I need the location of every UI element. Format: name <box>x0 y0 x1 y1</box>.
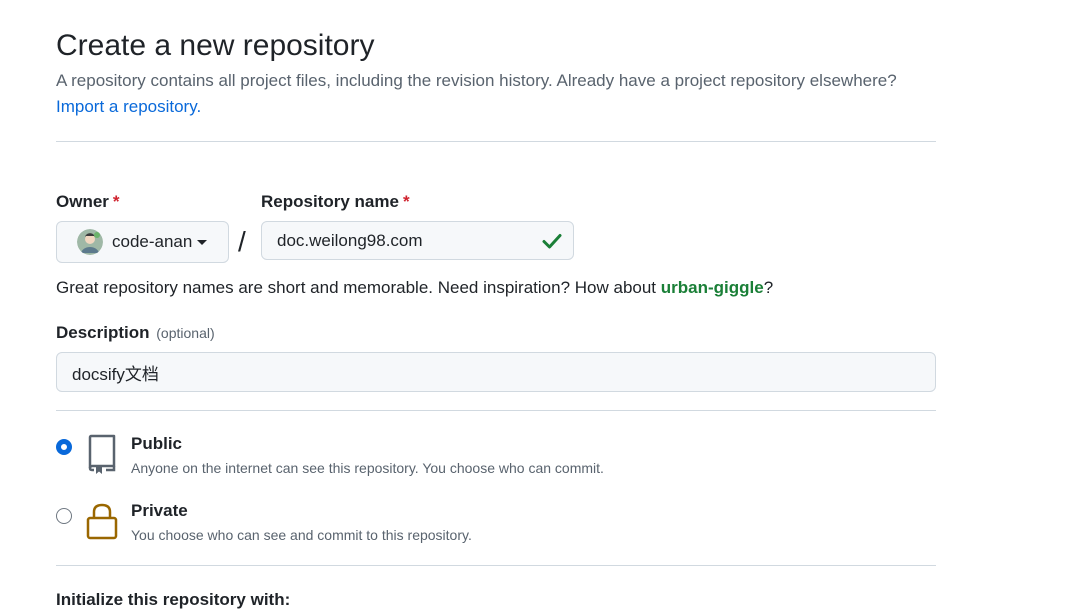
visibility-option-private[interactable]: Private You choose who can see and commi… <box>56 500 936 550</box>
description-label: Description (optional) <box>56 322 215 344</box>
check-icon <box>542 233 562 248</box>
description-value[interactable]: docsify文档 <box>72 360 159 385</box>
import-repository-link[interactable]: Import a repository. <box>56 96 201 118</box>
slash-separator: / <box>238 226 246 257</box>
lock-icon <box>86 503 118 540</box>
page-subtitle: A repository contains all project files,… <box>56 71 897 90</box>
private-title: Private <box>131 501 188 520</box>
name-suggestion-link[interactable]: urban-giggle <box>661 278 764 297</box>
divider <box>56 141 936 142</box>
owner-name: code-anan <box>112 232 193 251</box>
page-title: Create a new repository <box>56 29 375 62</box>
divider <box>56 565 936 566</box>
name-hint: Great repository names are short and mem… <box>56 277 773 299</box>
description-input[interactable]: docsify文档 <box>56 352 936 392</box>
public-radio[interactable] <box>57 440 71 454</box>
owner-label-text: Owner <box>56 192 109 211</box>
chevron-down-icon <box>197 239 208 245</box>
description-optional-text: (optional) <box>156 325 215 341</box>
repo-name-value[interactable]: doc.weilong98.com <box>277 231 541 251</box>
description-label-text: Description <box>56 323 150 342</box>
avatar <box>77 229 103 255</box>
name-hint-text: Great repository names are short and mem… <box>56 278 661 297</box>
owner-required-mark: * <box>112 192 120 211</box>
public-description: Anyone on the internet can see this repo… <box>131 460 604 476</box>
private-radio[interactable] <box>56 508 72 524</box>
divider <box>56 410 936 411</box>
initialize-label: Initialize this repository with: <box>56 590 291 609</box>
repo-name-required-mark: * <box>402 192 410 211</box>
repo-name-label-text: Repository name <box>261 192 399 211</box>
visibility-option-public[interactable]: Public Anyone on the internet can see th… <box>56 433 936 483</box>
repo-name-input[interactable]: doc.weilong98.com <box>261 221 574 260</box>
repo-name-label: Repository name * <box>261 191 410 213</box>
name-hint-suffix: ? <box>763 278 774 297</box>
owner-select-button[interactable]: code-anan <box>56 221 229 263</box>
public-title: Public <box>131 434 183 453</box>
repo-icon <box>88 434 116 474</box>
owner-label: Owner * <box>56 191 120 213</box>
private-description: You choose who can see and commit to thi… <box>131 527 472 543</box>
